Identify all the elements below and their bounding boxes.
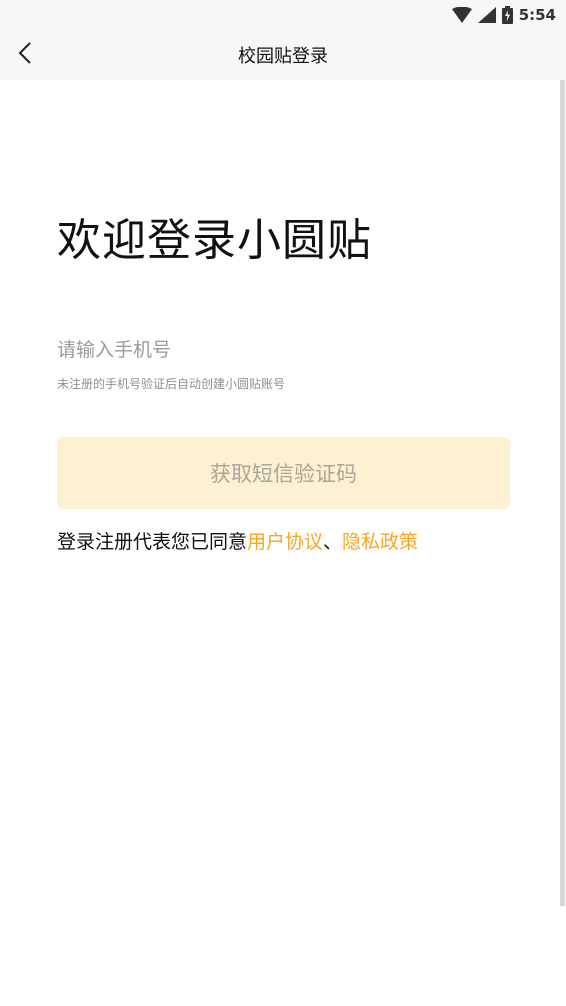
app-header: 校园贴登录	[0, 30, 566, 80]
page-title: 校园贴登录	[238, 46, 328, 67]
privacy-policy-link[interactable]: 隐私政策	[342, 531, 418, 553]
status-bar: 5:54	[0, 0, 566, 30]
cell-signal-icon	[477, 7, 496, 23]
phone-input[interactable]	[57, 335, 507, 365]
login-content: 欢迎登录小圆贴 未注册的手机号验证后自动创建小圆贴账号 获取短信验证码 登录注册…	[0, 80, 566, 1006]
scrollbar[interactable]	[560, 80, 565, 906]
agreement-text: 登录注册代表您已同意用户协议、隐私政策	[57, 527, 418, 554]
status-icons: 5:54	[451, 4, 556, 26]
welcome-heading: 欢迎登录小圆贴	[57, 215, 372, 266]
status-time: 5:54	[518, 6, 556, 24]
battery-icon	[501, 6, 513, 24]
agreement-prefix: 登录注册代表您已同意	[57, 531, 248, 553]
agreement-separator: 、	[323, 531, 343, 553]
wifi-icon	[451, 7, 472, 23]
register-hint: 未注册的手机号验证后自动创建小圆贴账号	[57, 377, 286, 391]
user-agreement-link[interactable]: 用户协议	[247, 531, 323, 553]
get-sms-code-button[interactable]: 获取短信验证码	[57, 437, 510, 509]
